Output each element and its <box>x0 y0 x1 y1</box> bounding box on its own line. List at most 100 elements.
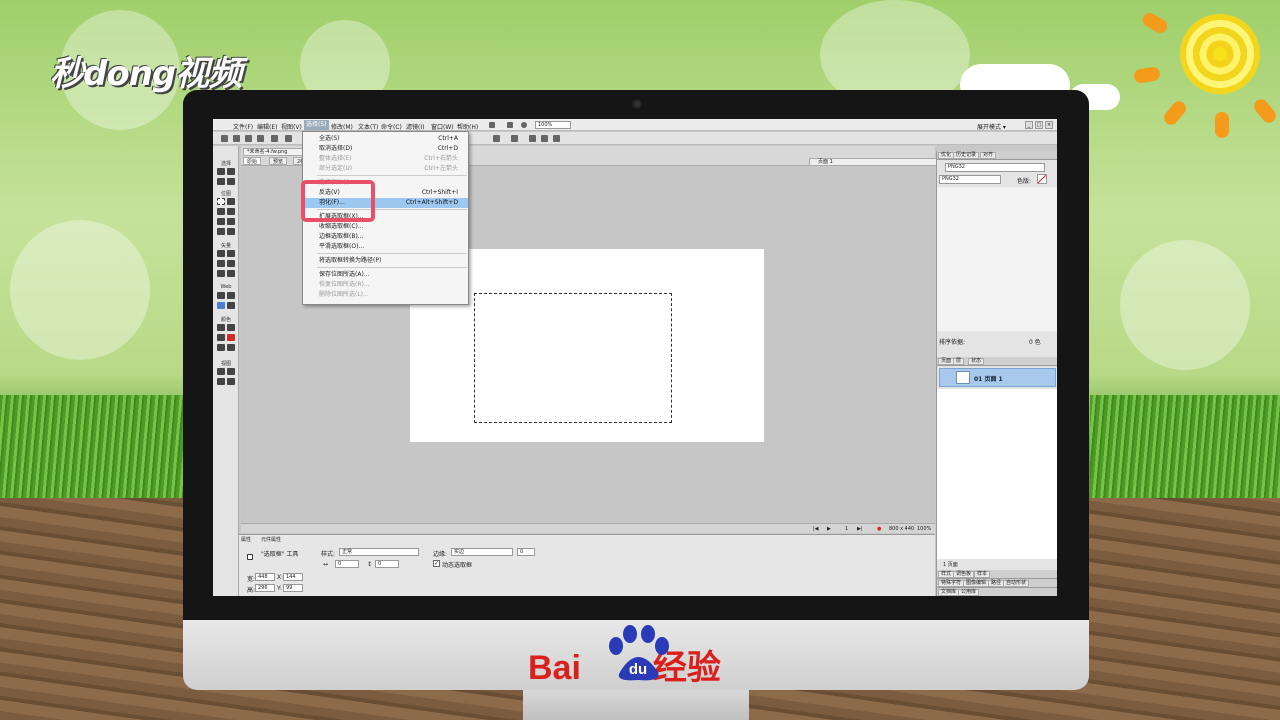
tab-image-edit[interactable]: 图像编辑 <box>963 580 990 587</box>
menu-view[interactable]: 视图(V) <box>281 122 302 131</box>
blur-tool-icon[interactable] <box>217 228 225 235</box>
first-frame-icon[interactable]: |◀ <box>813 526 819 532</box>
menu-file[interactable]: 文件(F) <box>233 122 253 131</box>
menu-item-select-all[interactable]: 全选(S) Ctrl+A <box>303 134 468 144</box>
menu-commands[interactable]: 命令(C) <box>381 122 402 131</box>
pencil-tool-icon[interactable] <box>217 218 225 225</box>
tab-doc-library[interactable]: 文档库 <box>938 589 960 596</box>
marquee-selection[interactable] <box>474 293 672 423</box>
default-colors-icon[interactable] <box>217 344 225 351</box>
scale-tool-icon[interactable] <box>217 178 225 185</box>
close-button[interactable]: × <box>1045 121 1053 129</box>
next-frame-icon[interactable]: ▶| <box>857 526 863 532</box>
menu-item-contract-marquee[interactable]: 收缩选取框(C)... <box>303 222 468 232</box>
freeform-tool-icon[interactable] <box>217 270 225 277</box>
export-format-select[interactable]: PNG32 <box>939 175 1001 184</box>
line-tool-icon[interactable] <box>217 250 225 257</box>
eyedropper-tool-icon[interactable] <box>217 324 225 331</box>
group-icon[interactable] <box>493 135 500 142</box>
eraser-tool-icon[interactable] <box>227 218 235 225</box>
x-input[interactable]: 144 <box>283 573 303 581</box>
swap-colors-icon[interactable] <box>227 344 235 351</box>
fill-color-icon[interactable] <box>227 334 235 341</box>
tab-auto-shapes[interactable]: 自动形状 <box>1003 580 1030 587</box>
tab-path[interactable]: 路径 <box>988 580 1005 587</box>
zoom-readout[interactable]: 100% <box>917 526 931 532</box>
height-input[interactable]: 296 <box>255 584 275 592</box>
open-file-icon[interactable] <box>233 135 240 142</box>
tab-states[interactable]: 状态 <box>968 358 985 365</box>
matte-swatch[interactable] <box>1037 174 1047 184</box>
menu-item-subselect[interactable]: 部分选定(U) Ctrl+左箭头 <box>303 164 468 174</box>
tab-optimize[interactable]: 优化 <box>938 152 955 159</box>
menu-item-convert-to-path[interactable]: 将选取框转换为路径(P) <box>303 256 468 266</box>
slice-tool-icon[interactable] <box>227 292 235 299</box>
paint-bucket-tool-icon[interactable] <box>227 324 235 331</box>
ratio-width-input[interactable]: 0 <box>335 560 359 568</box>
stamp-tool-icon[interactable] <box>227 228 235 235</box>
view-tab-preview[interactable]: 预览 <box>269 157 288 165</box>
menu-filters[interactable]: 滤镜(I) <box>406 122 424 131</box>
y-input[interactable]: 99 <box>283 584 303 592</box>
symbol-properties-tab[interactable]: 元件属性 <box>261 536 281 543</box>
rectangle-tool-icon[interactable] <box>217 260 225 267</box>
flip-icon[interactable] <box>541 135 548 142</box>
zoom-tool-icon[interactable] <box>227 378 235 385</box>
minimize-button[interactable]: _ <box>1025 121 1033 129</box>
edge-amount-input[interactable]: 0 <box>517 548 535 556</box>
tab-special-chars[interactable]: 特殊字符 <box>938 580 965 587</box>
menu-item-border-marquee[interactable]: 边框选取框(B)... <box>303 232 468 242</box>
align-icon[interactable] <box>511 135 518 142</box>
hotspot-tool-icon[interactable] <box>217 292 225 299</box>
menu-window[interactable]: 窗口(W) <box>431 122 454 131</box>
pen-tool-icon[interactable] <box>227 250 235 257</box>
subselect-tool-icon[interactable] <box>227 168 235 175</box>
hand-icon[interactable] <box>507 122 513 128</box>
ratio-height-input[interactable]: 0 <box>375 560 399 568</box>
menu-item-smooth-marquee[interactable]: 平滑选取框(O)... <box>303 242 468 252</box>
text-tool-icon[interactable] <box>227 260 235 267</box>
view-tab-original[interactable]: 原始 <box>243 157 262 165</box>
width-input[interactable]: 448 <box>255 573 275 581</box>
menu-edit[interactable]: 编辑(E) <box>257 122 277 131</box>
menu-item-save-bitmap-selection[interactable]: 保存位图所选(A)... <box>303 270 468 280</box>
play-icon[interactable]: ▶ <box>827 526 831 532</box>
brush-tool-icon[interactable] <box>227 208 235 215</box>
properties-tab[interactable]: 属性 <box>241 536 251 543</box>
stroke-color-icon[interactable] <box>217 334 225 341</box>
edge-select[interactable]: 实边 <box>451 548 513 556</box>
stop-icon[interactable]: ● <box>877 526 881 532</box>
save-icon[interactable] <box>245 135 252 142</box>
live-marquee-checkbox[interactable]: ✓ <box>433 560 440 567</box>
flip-vertical-icon[interactable] <box>553 135 560 142</box>
zoom-select[interactable]: 100% <box>535 121 571 129</box>
menu-item-superselect[interactable]: 整体选择(E) Ctrl+右箭头 <box>303 154 468 164</box>
print-icon[interactable] <box>285 135 292 142</box>
lasso-tool-icon[interactable] <box>227 198 235 205</box>
zoom-icon[interactable] <box>521 122 527 128</box>
fullscreen-icon[interactable] <box>227 368 235 375</box>
workspace-switcher[interactable]: 展开模式 ▾ <box>977 122 1006 131</box>
show-slices-icon[interactable] <box>227 302 235 309</box>
magic-wand-tool-icon[interactable] <box>217 208 225 215</box>
marquee-tool-icon[interactable] <box>217 198 225 205</box>
hand-tool-icon[interactable] <box>217 378 225 385</box>
tab-swatches[interactable]: 样本 <box>974 571 991 578</box>
hide-slices-icon[interactable] <box>217 302 225 309</box>
menu-item-restore-bitmap-selection[interactable]: 恢复位图所选(R)... <box>303 280 468 290</box>
style-select[interactable]: 正常 <box>339 548 419 556</box>
layout-icon[interactable] <box>489 122 495 128</box>
crop-tool-icon[interactable] <box>227 178 235 185</box>
tab-pages[interactable]: 页面 <box>938 358 955 365</box>
rotate-icon[interactable] <box>529 135 536 142</box>
maximize-button[interactable]: □ <box>1035 121 1043 129</box>
menu-modify[interactable]: 修改(M) <box>331 122 353 131</box>
knife-tool-icon[interactable] <box>227 270 235 277</box>
menu-help[interactable]: 帮助(H) <box>457 122 478 131</box>
tab-layers[interactable]: 层 <box>953 358 965 365</box>
menu-item-delete-bitmap-selection[interactable]: 删除位图所选(L)... <box>303 290 468 300</box>
optimize-preset-select[interactable]: PNG32 <box>945 163 1045 172</box>
tab-align[interactable]: 对齐 <box>980 152 997 159</box>
menu-select[interactable]: 选择(S) <box>304 120 329 130</box>
tab-styles[interactable]: 样式 <box>938 571 955 578</box>
